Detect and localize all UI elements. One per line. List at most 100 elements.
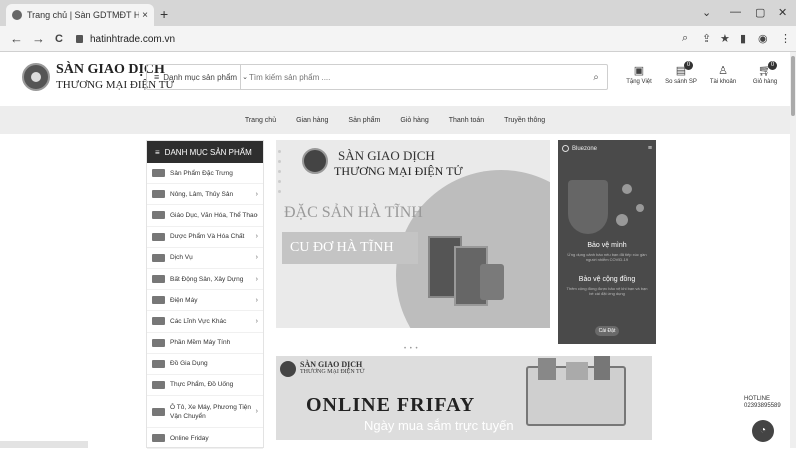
category-menu-title: DANH MỤC SẢN PHẨM: [164, 147, 252, 157]
tab-search-icon[interactable]: ⌄: [702, 6, 711, 19]
category-item[interactable]: Bất Động Sản, Xây Dựng ›: [147, 269, 263, 291]
chevron-right-icon: ›: [255, 317, 258, 325]
slider-dots[interactable]: • • •: [404, 346, 419, 352]
category-item[interactable]: Phần Mềm Máy Tính: [147, 333, 263, 354]
friday-line1: SÀN GIAO DỊCH: [300, 360, 363, 369]
category-thumb-icon: [152, 169, 165, 178]
category-item[interactable]: Giáo Dục, Văn Hóa, Thể Thao ›: [147, 205, 263, 227]
category-dropdown[interactable]: ≡ Danh mục sản phẩm ⌄: [147, 65, 248, 89]
page-scrollbar[interactable]: [790, 52, 796, 448]
back-button[interactable]: ←: [10, 31, 23, 46]
search-input[interactable]: [241, 65, 585, 89]
nav-stores[interactable]: Gian hàng: [296, 117, 328, 124]
category-item[interactable]: Ô Tô, Xe Máy, Phương Tiện Vận Chuyển ›: [147, 396, 263, 429]
compare-count-badge: 0: [684, 61, 693, 70]
nav-cart[interactable]: Giỏ hàng: [400, 117, 428, 124]
user-icon: ♙: [718, 65, 728, 77]
nav-home[interactable]: Trang chủ: [245, 117, 276, 124]
category-item[interactable]: Online Friday: [147, 428, 263, 449]
shopping-bag-image: [566, 362, 588, 380]
banner-line2: THƯƠNG MẠI ĐIỆN TỬ: [334, 164, 463, 178]
header-link-account[interactable]: ♙ Tài khoản: [704, 64, 742, 85]
hamburger-icon: ≡: [155, 147, 160, 157]
hotline[interactable]: HOTLINE 02393895589: [744, 396, 781, 410]
category-label: Online Friday: [170, 434, 209, 442]
category-item[interactable]: Nông, Lâm, Thủy Sản ›: [147, 184, 263, 206]
hero-banner[interactable]: SÀN GIAO DỊCH THƯƠNG MẠI ĐIỆN TỬ ĐẶC SẢN…: [276, 140, 550, 328]
logo-emblem-icon[interactable]: [22, 63, 50, 91]
status-bar: [0, 441, 88, 448]
profile-icon[interactable]: ◉: [758, 32, 768, 45]
chevron-right-icon: ›: [255, 190, 258, 198]
category-menu: ≡ DANH MỤC SẢN PHẨM Sản Phẩm Đặc Trưng N…: [146, 140, 264, 449]
shopping-bag-image: [538, 358, 556, 380]
main-navigation: Trang chủ Gian hàng Sản phẩm Giỏ hàng Th…: [0, 106, 790, 134]
messenger-chat-icon[interactable]: ◔: [752, 420, 774, 442]
search-bar: ≡ Danh mục sản phẩm ⌄ ⌕: [146, 64, 608, 90]
close-window-button[interactable]: ✕: [778, 6, 787, 19]
bluezone-ad[interactable]: Bluezone ≡ Bảo vệ mình Ứng dụng cảnh báo…: [558, 140, 656, 344]
category-thumb-icon: [152, 275, 165, 284]
lock-icon: [76, 35, 83, 43]
virus-icon: [622, 184, 632, 194]
header-link-label: Tài khoản: [709, 79, 737, 85]
banner-emblem-icon: [302, 148, 328, 174]
header-link-label: Giỏ hàng: [752, 79, 778, 85]
tab-title: Trang chủ | Sàn GDTMĐT Hà Tĩnh: [27, 10, 140, 20]
shield-icon: [568, 180, 608, 234]
share-icon[interactable]: ⇪: [702, 32, 711, 45]
header-link-label: So sánh SP: [665, 79, 697, 85]
cart-icon: 🛒︎: [758, 65, 772, 77]
category-label: Thực Phẩm, Đồ Uống: [170, 381, 234, 389]
category-label: Sản Phẩm Đặc Trưng: [170, 169, 233, 177]
shopping-bag-image: [594, 356, 610, 380]
new-tab-button[interactable]: +: [160, 6, 168, 22]
category-item[interactable]: Dịch Vụ ›: [147, 248, 263, 269]
online-friday-banner[interactable]: SÀN GIAO DỊCH THƯƠNG MẠI ĐIỆN TỬ ONLINE …: [276, 356, 652, 440]
category-item[interactable]: Thực Phẩm, Đồ Uống: [147, 375, 263, 397]
bluezone-sub1: Ứng dụng cảnh báo nếu bạn đã tiếp xúc gầ…: [567, 252, 647, 262]
category-item[interactable]: Đồ Gia Dụng: [147, 354, 263, 375]
nav-checkout[interactable]: Thanh toán: [449, 117, 484, 124]
nav-media[interactable]: Truyền thông: [504, 117, 545, 124]
bookmark-star-icon[interactable]: ★: [720, 32, 730, 45]
browser-tab[interactable]: Trang chủ | Sàn GDTMĐT Hà Tĩnh ×: [6, 4, 154, 26]
category-label: Bất Động Sản, Xây Dựng: [170, 275, 244, 283]
chevron-right-icon: ›: [255, 254, 258, 262]
header-link-tang-viet[interactable]: ▣ Tặng Việt: [620, 64, 658, 85]
category-label: Điện Máy: [170, 296, 198, 304]
reload-button[interactable]: C: [55, 33, 63, 45]
category-label: Đồ Gia Dụng: [170, 360, 208, 368]
minimize-button[interactable]: —: [730, 6, 741, 18]
address-toolbar: ← → C hatinhtrade.com.vn ⌕ ⇪ ★ ▮ ◉ ⋮: [0, 26, 796, 52]
zoom-icon[interactable]: ⌕: [682, 32, 688, 45]
category-thumb-icon: [152, 407, 165, 416]
friday-title: ONLINE FRIFAY: [306, 394, 476, 416]
scrollbar-thumb[interactable]: [791, 56, 795, 116]
hotline-label: HOTLINE: [744, 396, 771, 402]
nav-products[interactable]: Sản phẩm: [348, 117, 380, 124]
category-item[interactable]: Điện Máy ›: [147, 290, 263, 312]
header-link-compare[interactable]: ▤ 0 So sánh SP: [662, 61, 700, 85]
sidebar-icon[interactable]: ▮: [740, 32, 746, 45]
category-thumb-icon: [152, 434, 165, 443]
menu-icon: ≡: [647, 145, 652, 152]
close-tab-icon[interactable]: ×: [142, 10, 148, 21]
category-thumb-icon: [152, 253, 165, 262]
install-button[interactable]: Cài Đặt: [595, 326, 619, 336]
category-thumb-icon: [152, 359, 165, 368]
search-icon[interactable]: ⌕: [585, 72, 607, 83]
category-item[interactable]: Sản Phẩm Đặc Trưng: [147, 163, 263, 185]
category-item[interactable]: Dược Phẩm Và Hóa Chất ›: [147, 227, 263, 248]
browser-tab-strip: Trang chủ | Sàn GDTMĐT Hà Tĩnh × + ⌄ — ▢…: [0, 0, 796, 26]
menu-kebab-icon[interactable]: ⋮: [780, 32, 791, 45]
url-text: hatinhtrade.com.vn: [90, 33, 176, 45]
forward-button[interactable]: →: [32, 31, 45, 46]
category-label: Nông, Lâm, Thủy Sản: [170, 190, 234, 198]
chevron-right-icon: ›: [255, 275, 258, 283]
bluezone-topbar: Bluezone ≡: [562, 145, 652, 152]
maximize-button[interactable]: ▢: [755, 6, 765, 19]
header-link-cart[interactable]: 🛒︎ 0 Giỏ hàng: [746, 61, 784, 85]
category-item[interactable]: Các Lĩnh Vực Khác ›: [147, 311, 263, 333]
url-field[interactable]: hatinhtrade.com.vn: [76, 30, 656, 48]
